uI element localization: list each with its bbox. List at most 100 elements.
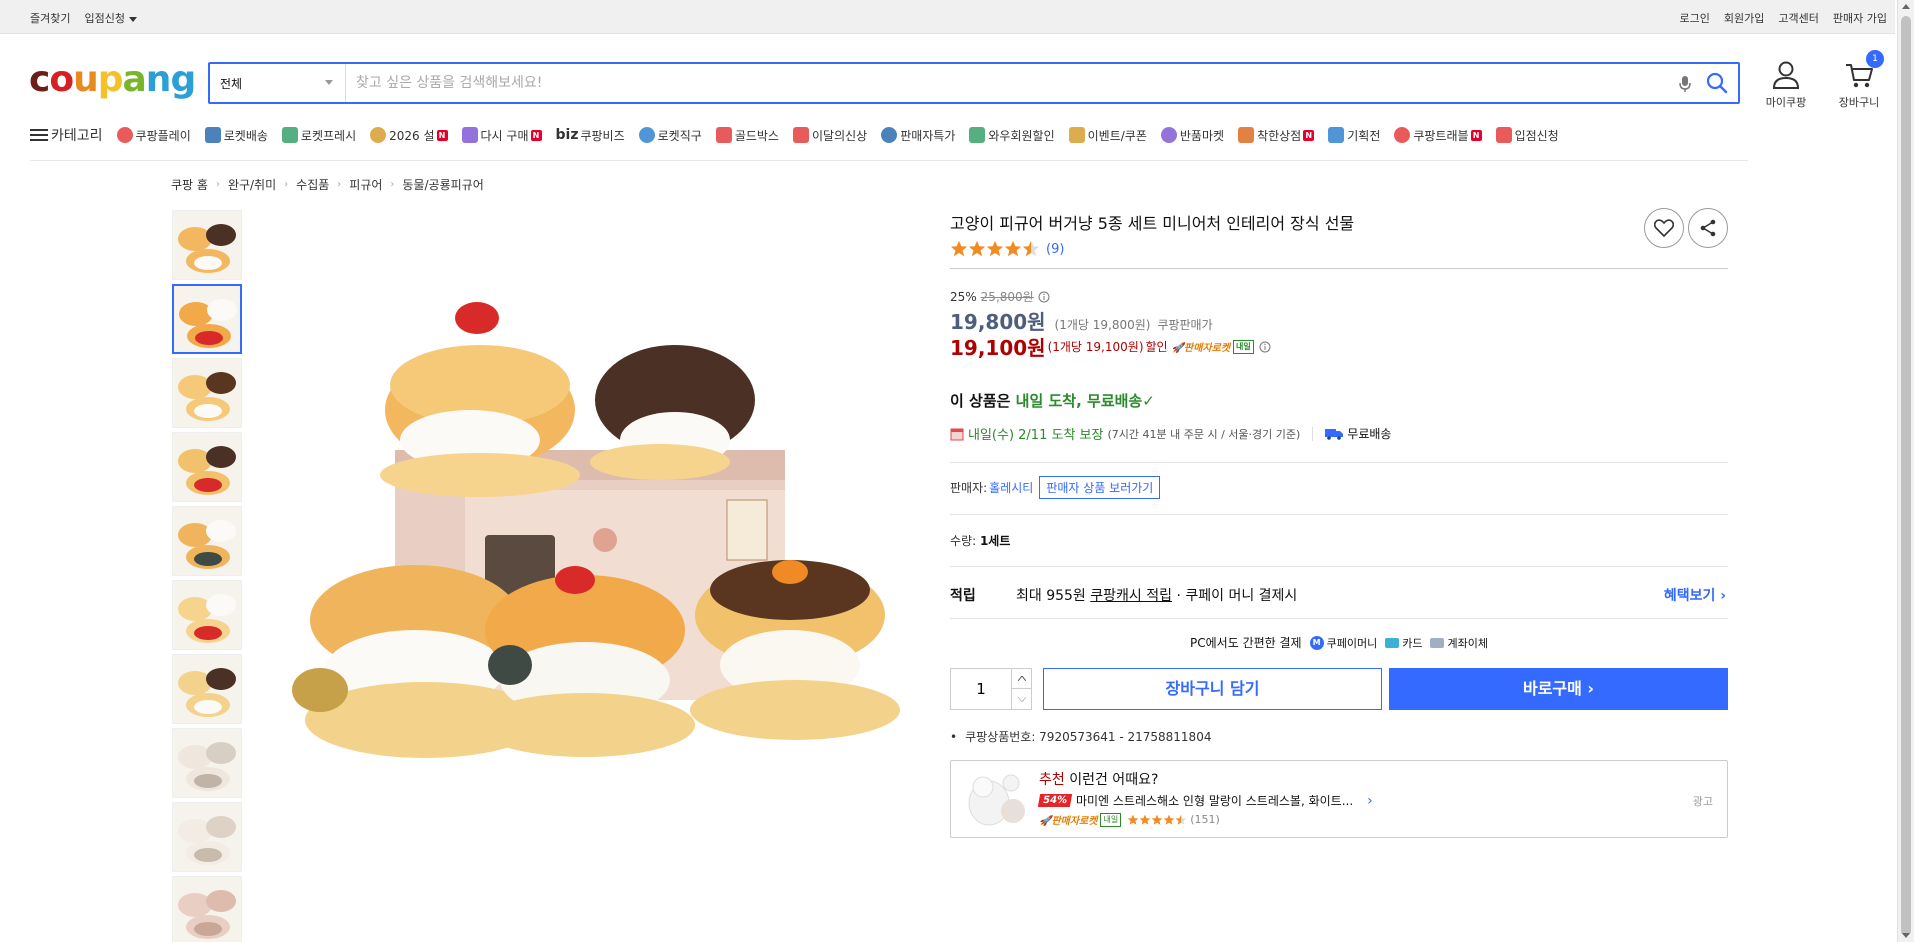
- pay-method-label: 계좌이체: [1447, 636, 1488, 650]
- scrollbar-thumb[interactable]: [1901, 16, 1911, 936]
- nav-divider: [30, 160, 1748, 161]
- nav-item[interactable]: 쿠팡플레이: [116, 127, 191, 144]
- store-register-menu[interactable]: 입점신청: [84, 10, 137, 26]
- buy-now-button[interactable]: 바로구매 ›: [1389, 668, 1728, 710]
- thumbnail-image[interactable]: [172, 728, 242, 798]
- benefit-more-link[interactable]: 혜택보기 ›: [1664, 585, 1726, 605]
- purchase-row: 장바구니 담기 바로구매 ›: [950, 668, 1728, 710]
- recommendation-ad[interactable]: 추천 이런건 어때요? 54% 마미엔 스트레스해소 인형 말랑이 스트레스볼,…: [950, 760, 1728, 838]
- add-to-cart-button[interactable]: 장바구니 담기: [1043, 668, 1382, 710]
- nav-item[interactable]: 착한상점 N: [1238, 127, 1315, 144]
- search-category-label: 전체: [220, 77, 243, 91]
- bookmark-link[interactable]: 즐겨찾기: [30, 10, 70, 26]
- sale-label: 할인: [1145, 340, 1168, 354]
- nav-item[interactable]: 쿠팡트래블 N: [1394, 127, 1482, 144]
- nav-item[interactable]: 로켓직구: [638, 127, 702, 144]
- goldbox-icon: [715, 127, 732, 143]
- nav-item[interactable]: 입점신청: [1495, 127, 1559, 144]
- nav-item[interactable]: 이달의신상: [792, 127, 868, 144]
- login-link[interactable]: 로그인: [1680, 10, 1710, 26]
- search-category-select[interactable]: 전체: [210, 64, 346, 102]
- nav-item[interactable]: 2026 설N: [370, 127, 448, 144]
- wishlist-button[interactable]: [1644, 208, 1684, 248]
- delivery-separator: [1312, 426, 1314, 441]
- rating-stars[interactable]: (9): [950, 240, 1064, 258]
- seller-signup-link[interactable]: 판매자 가입: [1833, 10, 1887, 26]
- nav-item[interactable]: 골드박스: [715, 127, 779, 144]
- pay-method-label: 쿠페이머니: [1326, 636, 1378, 650]
- scroll-down-icon[interactable]: [1902, 933, 1910, 938]
- nav-item[interactable]: 와우회원할인: [969, 127, 1055, 144]
- nav-item[interactable]: biz 쿠팡비즈: [556, 127, 625, 144]
- mypage-button[interactable]: 마이쿠팡: [1762, 60, 1810, 110]
- quantity-increase-button[interactable]: [1011, 669, 1031, 689]
- new-bag-icon: [792, 127, 809, 143]
- new-badge: N: [436, 129, 448, 141]
- nav-item-label: 이달의신상: [811, 128, 868, 143]
- thumbnail-image[interactable]: [172, 432, 242, 502]
- thumbnail-image[interactable]: [172, 654, 242, 724]
- search-input[interactable]: [356, 64, 1656, 102]
- microphone-icon[interactable]: [1678, 75, 1692, 93]
- star-icon: [968, 240, 986, 257]
- recommend-product-name[interactable]: 마미엔 스트레스해소 인형 말랑이 스트레스볼, 화이트...: [1076, 792, 1353, 809]
- category-menu-button[interactable]: 카테고리: [30, 125, 103, 145]
- info-icon[interactable]: [1259, 341, 1271, 353]
- customer-center-link[interactable]: 고객센터: [1778, 10, 1818, 26]
- thumbnail-image[interactable]: [172, 210, 242, 280]
- nav-item[interactable]: 반품마켓: [1160, 127, 1224, 144]
- cart-count-badge: 1: [1866, 50, 1884, 68]
- coupang-cash-link[interactable]: 쿠팡캐시 적립: [1090, 585, 1172, 605]
- thumbnail-image[interactable]: [172, 284, 242, 354]
- info-icon[interactable]: [1038, 291, 1050, 303]
- signup-link[interactable]: 회원가입: [1724, 10, 1764, 26]
- nav-item[interactable]: 로켓배송: [204, 127, 268, 144]
- store-icon: [1238, 127, 1255, 143]
- search-bar: 전체: [208, 62, 1740, 104]
- nav-item[interactable]: 로켓프레시: [281, 127, 357, 144]
- chevron-right-icon[interactable]: ›: [1367, 793, 1373, 809]
- share-button[interactable]: [1688, 208, 1728, 248]
- divider: [950, 462, 1728, 463]
- recommend-title: 추천 이런건 어때요?: [1039, 769, 1158, 789]
- breadcrumb-item[interactable]: 동물/공룡피규어: [402, 176, 483, 193]
- nav-item[interactable]: 기획전: [1328, 127, 1380, 144]
- breadcrumb-item[interactable]: 피규어: [349, 176, 382, 193]
- free-shipping-label: 무료배송: [1347, 427, 1392, 441]
- quantity-decrease-button[interactable]: [1011, 689, 1031, 709]
- store-register-label: 입점신청: [84, 12, 125, 25]
- nav-item[interactable]: 판매자특가: [881, 127, 955, 144]
- coupang-logo[interactable]: coupang: [29, 60, 196, 100]
- nav-item-label: 입점신청: [1514, 128, 1559, 143]
- nav-item[interactable]: 다시 구매 N: [461, 127, 542, 144]
- search-icon[interactable]: [1706, 72, 1728, 94]
- title-divider: [950, 268, 1728, 269]
- nav-item-label: 로켓프레시: [300, 128, 357, 143]
- product-main-image: [292, 302, 900, 758]
- reward-row: 적립 최대 955원 쿠팡캐시 적립 · 쿠페이 머니 결제시 혜택보기 ›: [950, 585, 1728, 605]
- seller-products-button[interactable]: 판매자 상품 보러가기: [1039, 476, 1161, 499]
- gift-icon: [370, 127, 387, 143]
- breadcrumb-item[interactable]: 쿠팡 홈: [171, 176, 208, 193]
- scroll-up-icon[interactable]: [1902, 4, 1910, 9]
- thumbnail-image[interactable]: [172, 876, 242, 942]
- cart-button[interactable]: 1 장바구니: [1834, 50, 1884, 110]
- star-icon: [1175, 814, 1187, 825]
- breadcrumb-item[interactable]: 수집품: [296, 176, 329, 193]
- delivery-head-highlight: 내일 도착, 무료배송: [1015, 392, 1143, 410]
- thumbnail-image[interactable]: [172, 802, 242, 872]
- nav-item-label: 로켓직구: [657, 128, 702, 143]
- breadcrumb-item[interactable]: 완구/취미: [228, 176, 276, 193]
- thumbnail-image[interactable]: [172, 358, 242, 428]
- thumbnail-image[interactable]: [172, 506, 242, 576]
- review-count[interactable]: (9): [1046, 242, 1064, 257]
- quantity-info: 수량: 1세트: [950, 532, 1010, 549]
- seller-name-link[interactable]: 홀레시티: [989, 479, 1033, 496]
- card-icon: [1385, 637, 1400, 648]
- star-icon: [986, 240, 1004, 257]
- page-scrollbar[interactable]: [1897, 0, 1914, 942]
- thumbnail-image[interactable]: [172, 580, 242, 650]
- quantity-input[interactable]: [951, 669, 1011, 709]
- check-icon: ✓: [1142, 392, 1155, 410]
- nav-item[interactable]: 이벤트/쿠폰: [1068, 127, 1147, 144]
